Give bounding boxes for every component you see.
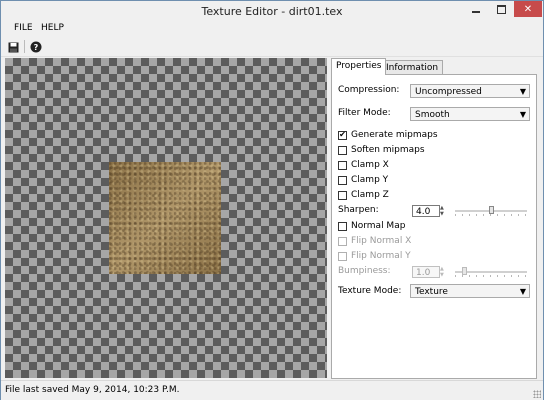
close-icon: ✕ <box>523 3 533 15</box>
title-bar[interactable]: Texture Editor - dirt01.tex ✕ <box>1 1 543 22</box>
tab-information[interactable]: Information <box>381 60 444 75</box>
filter-mode-label: Filter Mode: <box>338 108 391 118</box>
tab-properties[interactable]: Properties <box>331 58 387 75</box>
checkbox-box <box>338 175 347 185</box>
texture-editor-window: Texture Editor - dirt01.tex ✕ FILE HELP … <box>0 0 544 400</box>
flip-normal-x-label: Flip Normal X <box>351 236 412 246</box>
save-button[interactable] <box>6 40 20 54</box>
soften-mipmaps-checkbox[interactable]: Soften mipmaps <box>338 144 425 156</box>
sharpen-slider[interactable] <box>455 205 527 217</box>
bumpiness-spinner: ▲ ▼ <box>440 266 446 278</box>
flip-normal-y-label: Flip Normal Y <box>351 251 411 261</box>
texture-mode-select[interactable]: Texture ▼ <box>410 284 530 298</box>
filter-mode-value: Smooth <box>415 110 450 120</box>
texture-preview-image <box>109 162 221 274</box>
maximize-button[interactable] <box>489 1 513 17</box>
slider-ticks <box>455 275 527 277</box>
properties-panel: Properties Information Compression: Unco… <box>329 58 539 379</box>
toolbar-separator <box>24 40 25 53</box>
texture-mode-value: Texture <box>415 287 448 297</box>
filter-mode-select[interactable]: Smooth ▼ <box>410 107 530 121</box>
help-icon: ? <box>30 41 42 53</box>
help-button[interactable]: ? <box>29 40 43 54</box>
maximize-icon <box>496 4 506 14</box>
resize-grip-icon[interactable] <box>533 390 541 398</box>
checkbox-box <box>338 236 347 246</box>
chevron-down-icon: ▼ <box>519 110 526 119</box>
texture-mode-label: Texture Mode: <box>338 286 402 296</box>
chevron-down-icon: ▼ <box>519 87 526 96</box>
clamp-z-label: Clamp Z <box>351 190 389 200</box>
compression-select[interactable]: Uncompressed ▼ <box>410 84 530 98</box>
compression-value: Uncompressed <box>415 87 482 97</box>
sharpen-spinner[interactable]: ▲ ▼ <box>440 205 446 217</box>
checkbox-box <box>338 145 347 155</box>
generate-mipmaps-label: Generate mipmaps <box>351 130 438 140</box>
slider-thumb[interactable] <box>489 206 494 214</box>
menu-file[interactable]: FILE <box>14 23 33 33</box>
sharpen-label: Sharpen: <box>338 205 379 215</box>
flip-normal-x-checkbox: Flip Normal X <box>338 235 411 247</box>
bumpiness-slider <box>455 266 527 278</box>
chevron-down-icon: ▼ <box>519 287 526 296</box>
checkbox-box <box>338 221 347 231</box>
normal-map-checkbox[interactable]: Normal Map <box>338 220 405 232</box>
status-text: File last saved May 9, 2014, 10:23 P.M. <box>5 385 180 395</box>
checkbox-box <box>338 251 347 261</box>
clamp-x-label: Clamp X <box>351 160 389 170</box>
clamp-y-label: Clamp Y <box>351 175 389 185</box>
slider-ticks <box>455 214 527 216</box>
clamp-x-checkbox[interactable]: Clamp X <box>338 159 389 171</box>
save-icon <box>8 42 18 52</box>
menu-bar: FILE HELP <box>1 22 543 36</box>
normal-map-label: Normal Map <box>351 221 406 231</box>
sharpen-input[interactable]: 4.0 <box>412 205 440 217</box>
flip-normal-y-checkbox: Flip Normal Y <box>338 250 411 262</box>
checkbox-box <box>338 160 347 170</box>
toolbar: ? <box>1 37 543 57</box>
properties-tab-page: Compression: Uncompressed ▼ Filter Mode:… <box>331 74 537 379</box>
minimize-button[interactable] <box>463 1 489 17</box>
bumpiness-label: Bumpiness: <box>338 266 391 276</box>
svg-text:?: ? <box>34 43 39 52</box>
clamp-z-checkbox[interactable]: Clamp Z <box>338 189 389 201</box>
checkbox-box <box>338 190 347 200</box>
soften-mipmaps-label: Soften mipmaps <box>351 145 425 155</box>
texture-preview-viewport[interactable] <box>5 58 327 378</box>
bumpiness-input: 1.0 <box>412 266 440 278</box>
compression-label: Compression: <box>338 85 400 95</box>
menu-help[interactable]: HELP <box>41 23 64 33</box>
spin-down-icon: ▼ <box>440 272 444 278</box>
checkmark-icon: ✔ <box>338 130 347 140</box>
minimize-icon <box>472 11 480 13</box>
status-bar: File last saved May 9, 2014, 10:23 P.M. <box>1 380 543 400</box>
close-button[interactable]: ✕ <box>514 1 542 17</box>
spin-down-icon: ▼ <box>440 211 444 217</box>
generate-mipmaps-checkbox[interactable]: ✔ Generate mipmaps <box>338 129 438 141</box>
clamp-y-checkbox[interactable]: Clamp Y <box>338 174 388 186</box>
slider-thumb <box>462 267 467 275</box>
window-title: Texture Editor - dirt01.tex <box>201 5 343 18</box>
